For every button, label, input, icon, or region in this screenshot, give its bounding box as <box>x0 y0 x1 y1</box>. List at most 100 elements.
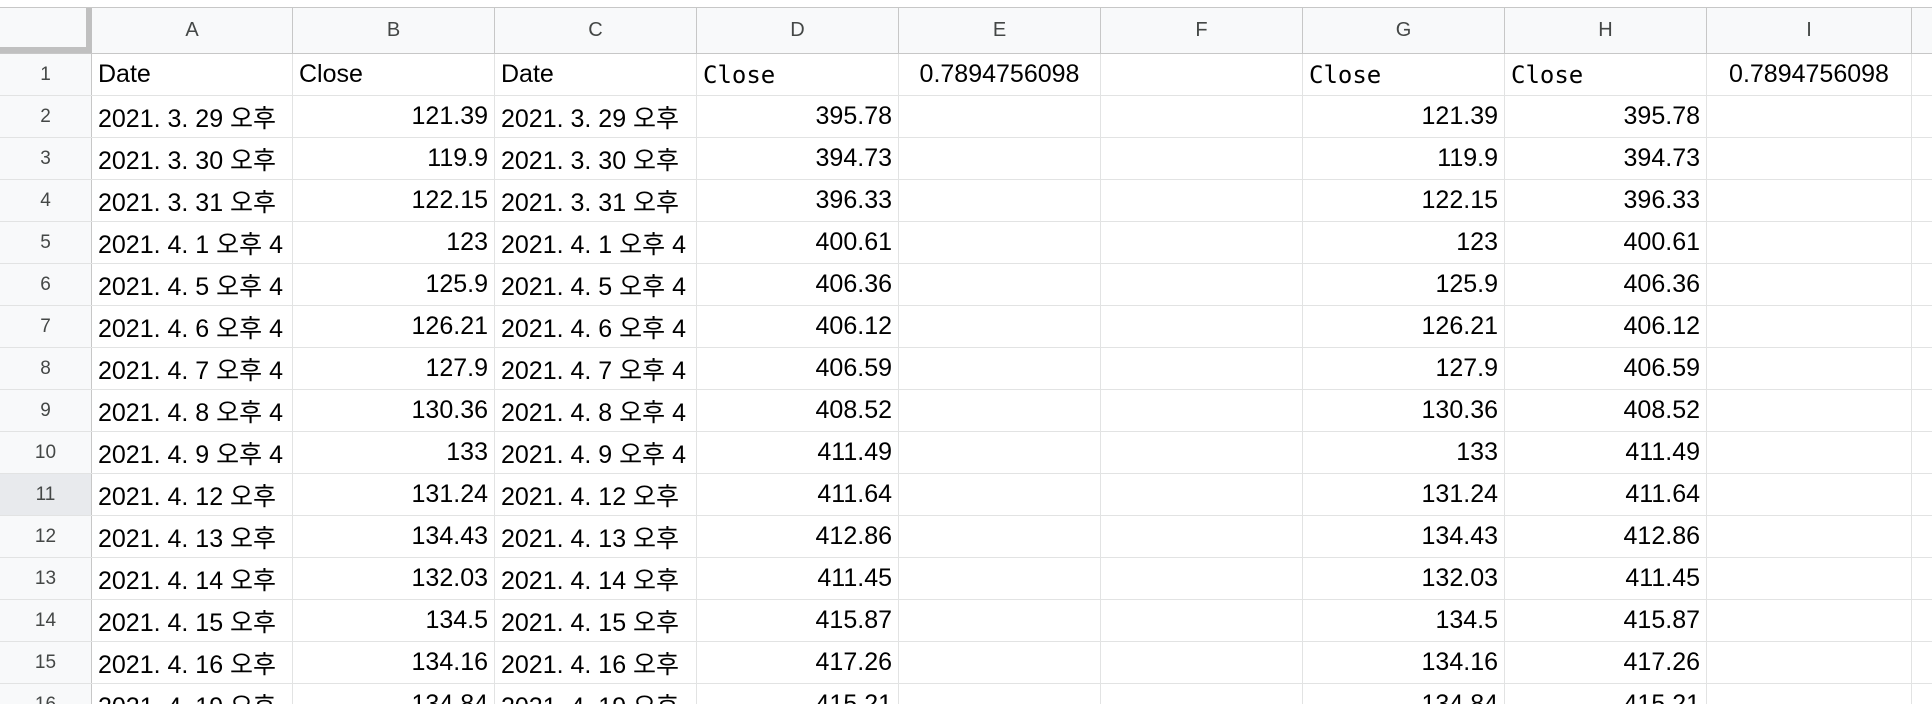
cell-g1[interactable]: Close <box>1303 54 1505 95</box>
cell-d10[interactable]: 411.49 <box>697 432 899 473</box>
cell-a2[interactable]: 2021. 3. 29 오후 <box>92 96 293 137</box>
cell-g11[interactable]: 131.24 <box>1303 474 1505 515</box>
cell-a3[interactable]: 2021. 3. 30 오후 <box>92 138 293 179</box>
cell-a16[interactable]: 2021. 4. 19 오후 <box>92 684 293 704</box>
cell-b14[interactable]: 134.5 <box>293 600 495 641</box>
cell-a14[interactable]: 2021. 4. 15 오후 <box>92 600 293 641</box>
cell-h14[interactable]: 415.87 <box>1505 600 1707 641</box>
row-header-11[interactable]: 11 <box>0 474 92 515</box>
cell-d14[interactable]: 415.87 <box>697 600 899 641</box>
cell-e6[interactable] <box>899 264 1101 305</box>
cell-b12[interactable]: 134.43 <box>293 516 495 557</box>
cell-c1[interactable]: Date <box>495 54 697 95</box>
cell-h4[interactable]: 396.33 <box>1505 180 1707 221</box>
row-header-9[interactable]: 9 <box>0 390 92 431</box>
cell-e9[interactable] <box>899 390 1101 431</box>
cell-h12[interactable]: 412.86 <box>1505 516 1707 557</box>
cell-d15[interactable]: 417.26 <box>697 642 899 683</box>
cell-d1[interactable]: Close <box>697 54 899 95</box>
cell-i9[interactable] <box>1707 390 1912 431</box>
cell-c10[interactable]: 2021. 4. 9 오후 4 <box>495 432 697 473</box>
row-header-6[interactable]: 6 <box>0 264 92 305</box>
cell-i10[interactable] <box>1707 432 1912 473</box>
row-header-7[interactable]: 7 <box>0 306 92 347</box>
cell-h5[interactable]: 400.61 <box>1505 222 1707 263</box>
cell-a1[interactable]: Date <box>92 54 293 95</box>
cell-i7[interactable] <box>1707 306 1912 347</box>
row-header-1[interactable]: 1 <box>0 54 92 95</box>
cell-c15[interactable]: 2021. 4. 16 오후 <box>495 642 697 683</box>
cell-c7[interactable]: 2021. 4. 6 오후 4 <box>495 306 697 347</box>
cell-g14[interactable]: 134.5 <box>1303 600 1505 641</box>
cell-a9[interactable]: 2021. 4. 8 오후 4 <box>92 390 293 431</box>
cell-c2[interactable]: 2021. 3. 29 오후 <box>495 96 697 137</box>
select-all-corner[interactable] <box>0 8 92 53</box>
cell-f8[interactable] <box>1101 348 1303 389</box>
cell-i16[interactable] <box>1707 684 1912 704</box>
cell-g3[interactable]: 119.9 <box>1303 138 1505 179</box>
cell-f10[interactable] <box>1101 432 1303 473</box>
cell-g16[interactable]: 134.84 <box>1303 684 1505 704</box>
cell-f7[interactable] <box>1101 306 1303 347</box>
cell-h1[interactable]: Close <box>1505 54 1707 95</box>
cell-f2[interactable] <box>1101 96 1303 137</box>
cell-g2[interactable]: 121.39 <box>1303 96 1505 137</box>
cell-i8[interactable] <box>1707 348 1912 389</box>
cell-a8[interactable]: 2021. 4. 7 오후 4 <box>92 348 293 389</box>
cell-e10[interactable] <box>899 432 1101 473</box>
cell-e11[interactable] <box>899 474 1101 515</box>
cell-g12[interactable]: 134.43 <box>1303 516 1505 557</box>
cell-e5[interactable] <box>899 222 1101 263</box>
cell-i4[interactable] <box>1707 180 1912 221</box>
cell-i2[interactable] <box>1707 96 1912 137</box>
cell-c9[interactable]: 2021. 4. 8 오후 4 <box>495 390 697 431</box>
cell-g9[interactable]: 130.36 <box>1303 390 1505 431</box>
cell-b7[interactable]: 126.21 <box>293 306 495 347</box>
cell-a4[interactable]: 2021. 3. 31 오후 <box>92 180 293 221</box>
cell-h10[interactable]: 411.49 <box>1505 432 1707 473</box>
cell-f15[interactable] <box>1101 642 1303 683</box>
cell-f5[interactable] <box>1101 222 1303 263</box>
cell-g8[interactable]: 127.9 <box>1303 348 1505 389</box>
cell-g6[interactable]: 125.9 <box>1303 264 1505 305</box>
cell-i5[interactable] <box>1707 222 1912 263</box>
row-header-16[interactable]: 16 <box>0 684 92 704</box>
cell-f12[interactable] <box>1101 516 1303 557</box>
cell-d5[interactable]: 400.61 <box>697 222 899 263</box>
cell-g10[interactable]: 133 <box>1303 432 1505 473</box>
cell-f11[interactable] <box>1101 474 1303 515</box>
cell-a10[interactable]: 2021. 4. 9 오후 4 <box>92 432 293 473</box>
cell-b3[interactable]: 119.9 <box>293 138 495 179</box>
cell-h3[interactable]: 394.73 <box>1505 138 1707 179</box>
cell-i15[interactable] <box>1707 642 1912 683</box>
column-header-e[interactable]: E <box>899 8 1101 53</box>
cell-a5[interactable]: 2021. 4. 1 오후 4 <box>92 222 293 263</box>
cell-b4[interactable]: 122.15 <box>293 180 495 221</box>
cell-b10[interactable]: 133 <box>293 432 495 473</box>
cell-h11[interactable]: 411.64 <box>1505 474 1707 515</box>
cell-e3[interactable] <box>899 138 1101 179</box>
cell-d6[interactable]: 406.36 <box>697 264 899 305</box>
cell-g4[interactable]: 122.15 <box>1303 180 1505 221</box>
cell-e2[interactable] <box>899 96 1101 137</box>
cell-b13[interactable]: 132.03 <box>293 558 495 599</box>
cell-c8[interactable]: 2021. 4. 7 오후 4 <box>495 348 697 389</box>
cell-f14[interactable] <box>1101 600 1303 641</box>
cell-e13[interactable] <box>899 558 1101 599</box>
cell-d2[interactable]: 395.78 <box>697 96 899 137</box>
cell-a13[interactable]: 2021. 4. 14 오후 <box>92 558 293 599</box>
cell-d7[interactable]: 406.12 <box>697 306 899 347</box>
cell-f1[interactable] <box>1101 54 1303 95</box>
cell-e7[interactable] <box>899 306 1101 347</box>
cell-b8[interactable]: 127.9 <box>293 348 495 389</box>
cell-c14[interactable]: 2021. 4. 15 오후 <box>495 600 697 641</box>
cell-b5[interactable]: 123 <box>293 222 495 263</box>
cell-b6[interactable]: 125.9 <box>293 264 495 305</box>
cell-g7[interactable]: 126.21 <box>1303 306 1505 347</box>
cell-c5[interactable]: 2021. 4. 1 오후 4 <box>495 222 697 263</box>
cell-c4[interactable]: 2021. 3. 31 오후 <box>495 180 697 221</box>
cell-i13[interactable] <box>1707 558 1912 599</box>
cell-e8[interactable] <box>899 348 1101 389</box>
cell-i14[interactable] <box>1707 600 1912 641</box>
cell-f6[interactable] <box>1101 264 1303 305</box>
